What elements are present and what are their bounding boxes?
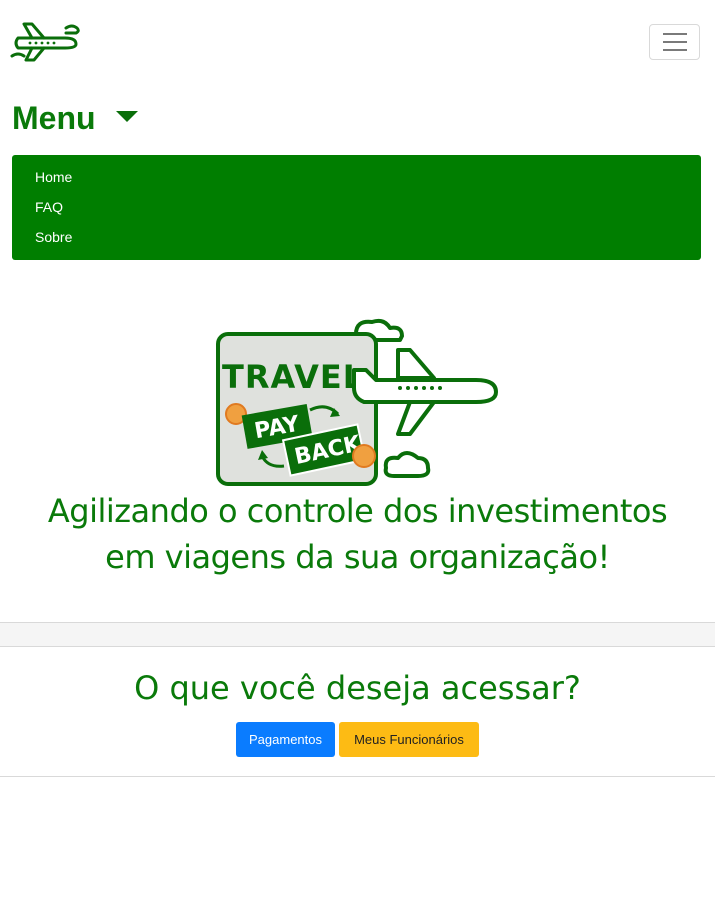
menu-panel: Home FAQ Sobre (12, 155, 701, 260)
access-button-group: Pagamentos Meus Funcionários (236, 722, 479, 757)
hero-tagline: Agilizando o controle dos investimentos … (0, 488, 715, 580)
navbar (0, 0, 715, 88)
brand-link[interactable] (10, 16, 80, 64)
menu-title: Menu (12, 99, 96, 136)
hero-tagline-line2: em viagens da sua organização! (105, 538, 610, 576)
access-question: O que você deseja acessar? (134, 669, 581, 707)
bottom-divider (0, 776, 715, 777)
logo-word-travel: TRAVEL (222, 358, 364, 396)
menu-item-faq[interactable]: FAQ (12, 197, 701, 227)
menu-item-sobre[interactable]: Sobre (12, 227, 701, 257)
menu-item-home[interactable]: Home (12, 167, 701, 197)
menu-dropdown-toggle[interactable]: Menu (12, 96, 138, 140)
hamburger-icon (662, 33, 687, 35)
caret-down-icon (115, 110, 138, 122)
section-divider (0, 622, 715, 647)
pagamentos-button[interactable]: Pagamentos (236, 722, 335, 757)
navbar-toggle-button[interactable] (649, 24, 700, 60)
travel-payback-logo: TRAVEL PAY BACK (216, 318, 498, 486)
hero-tagline-line1: Agilizando o controle dos investimentos (47, 492, 668, 530)
meus-funcionarios-button[interactable]: Meus Funcionários (339, 722, 479, 757)
airplane-icon (10, 22, 80, 62)
